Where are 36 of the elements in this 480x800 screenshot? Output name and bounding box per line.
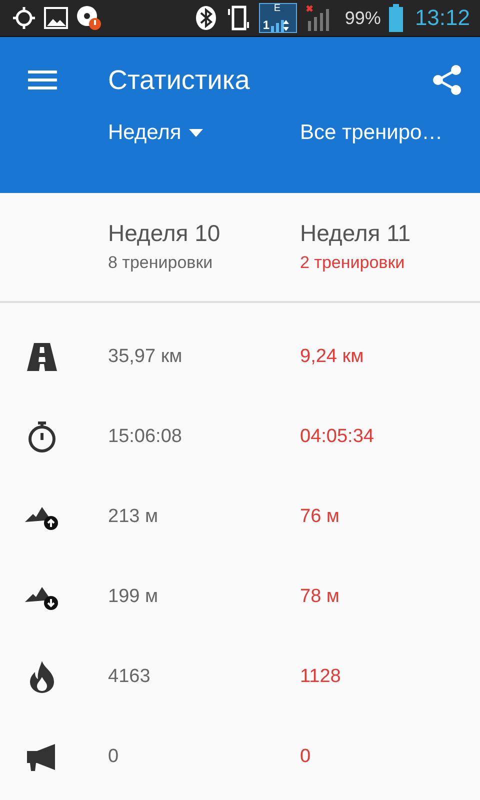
stopwatch-icon (27, 421, 57, 453)
image-icon (44, 7, 68, 29)
share-icon[interactable] (432, 64, 462, 96)
clock: 13:12 (414, 5, 470, 31)
stat-value: 213 м (108, 506, 160, 528)
stat-value: 1128 (300, 666, 342, 688)
caret-icon (189, 129, 204, 137)
road-icon (27, 343, 57, 371)
workout-count: 2 тренировки (300, 253, 406, 273)
stat-value: 4163 (108, 666, 152, 688)
stat-value: 15:06:08 (108, 426, 183, 448)
sim-label: 1 (262, 18, 270, 32)
stat-value: 35,97 км (108, 346, 184, 368)
workout-count: 8 тренировки (108, 253, 214, 273)
network-type: E (274, 3, 281, 14)
stat-value: 76 м (300, 506, 340, 528)
period-dropdown[interactable]: Неделя (108, 117, 300, 149)
location-icon (12, 6, 36, 30)
flame-icon (29, 661, 55, 693)
filter-dropdown[interactable]: Все трениро… (300, 117, 480, 149)
bluetooth-icon (194, 5, 217, 31)
stat-value: 9,24 км (300, 346, 365, 368)
menu-icon[interactable] (28, 70, 57, 90)
battery-icon (388, 4, 403, 32)
signal-bars-icon (270, 20, 289, 32)
battery-percent: 99% (344, 8, 381, 28)
week-title: Неделя 10 (108, 220, 222, 247)
stat-value: 78 м (300, 586, 340, 608)
stat-value: 0 (108, 746, 120, 768)
megaphone-icon (27, 742, 57, 772)
stat-value: 199 м (108, 586, 160, 608)
week-title: Неделя 11 (300, 220, 412, 247)
disc-alert-icon (76, 5, 102, 31)
stat-value: 04:05:34 (300, 426, 375, 448)
stat-value: 0 (300, 746, 312, 768)
screen-title: Статистика (108, 64, 251, 96)
